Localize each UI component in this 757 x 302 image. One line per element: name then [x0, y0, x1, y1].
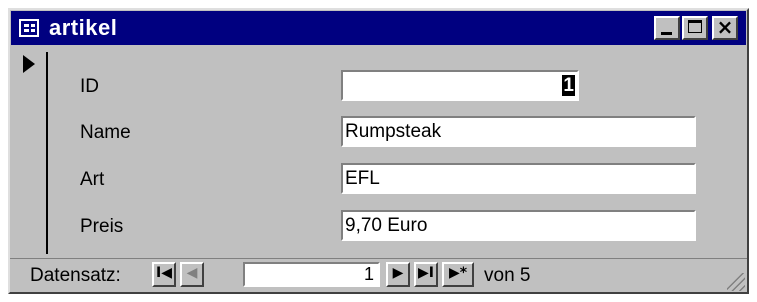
minimize-button[interactable] [654, 16, 680, 40]
minimize-icon [661, 32, 672, 35]
window-titlebar[interactable]: artikel × [11, 11, 746, 45]
last-record-icon: ▶I [418, 265, 434, 281]
new-record-icon: ▶* [448, 265, 468, 281]
name-label: Name [80, 122, 131, 143]
first-record-button[interactable]: I◀ [152, 262, 176, 287]
record-selector[interactable] [16, 52, 48, 254]
previous-record-button[interactable]: ◀ [180, 262, 204, 287]
first-record-icon: I◀ [156, 265, 172, 281]
form-icon [19, 19, 39, 37]
art-field[interactable]: EFL [341, 163, 696, 194]
maximize-button[interactable] [682, 16, 708, 40]
preis-label: Preis [80, 216, 124, 237]
next-record-button[interactable]: ▶ [386, 262, 410, 287]
last-record-button[interactable]: ▶I [414, 262, 438, 287]
close-button[interactable]: × [712, 16, 738, 40]
next-record-icon: ▶ [392, 265, 404, 281]
id-field[interactable]: 1 [341, 70, 579, 101]
resize-grip-icon[interactable] [727, 273, 745, 291]
new-record-button[interactable]: ▶* [442, 262, 474, 287]
window-title: artikel [49, 15, 118, 40]
id-label: ID [80, 76, 99, 97]
maximize-icon [688, 20, 702, 33]
art-label: Art [80, 169, 105, 190]
current-record-arrow-icon [23, 55, 35, 73]
record-label: Datensatz: [30, 265, 121, 286]
current-record-input[interactable]: 1 [243, 262, 380, 287]
record-navigation-bar: Datensatz: I◀ ◀ 1 ▶ ▶I ▶* von 5 [10, 258, 747, 293]
close-icon: × [716, 15, 734, 39]
id-value: 1 [562, 75, 575, 96]
record-total: von 5 [484, 265, 531, 286]
artikel-form-window: artikel × ID 1 Name Rumpsteak Art EFL Pr… [8, 8, 749, 294]
preis-field[interactable]: 9,70 Euro [341, 210, 696, 241]
previous-record-icon: ◀ [186, 265, 198, 281]
name-field[interactable]: Rumpsteak [341, 116, 696, 147]
